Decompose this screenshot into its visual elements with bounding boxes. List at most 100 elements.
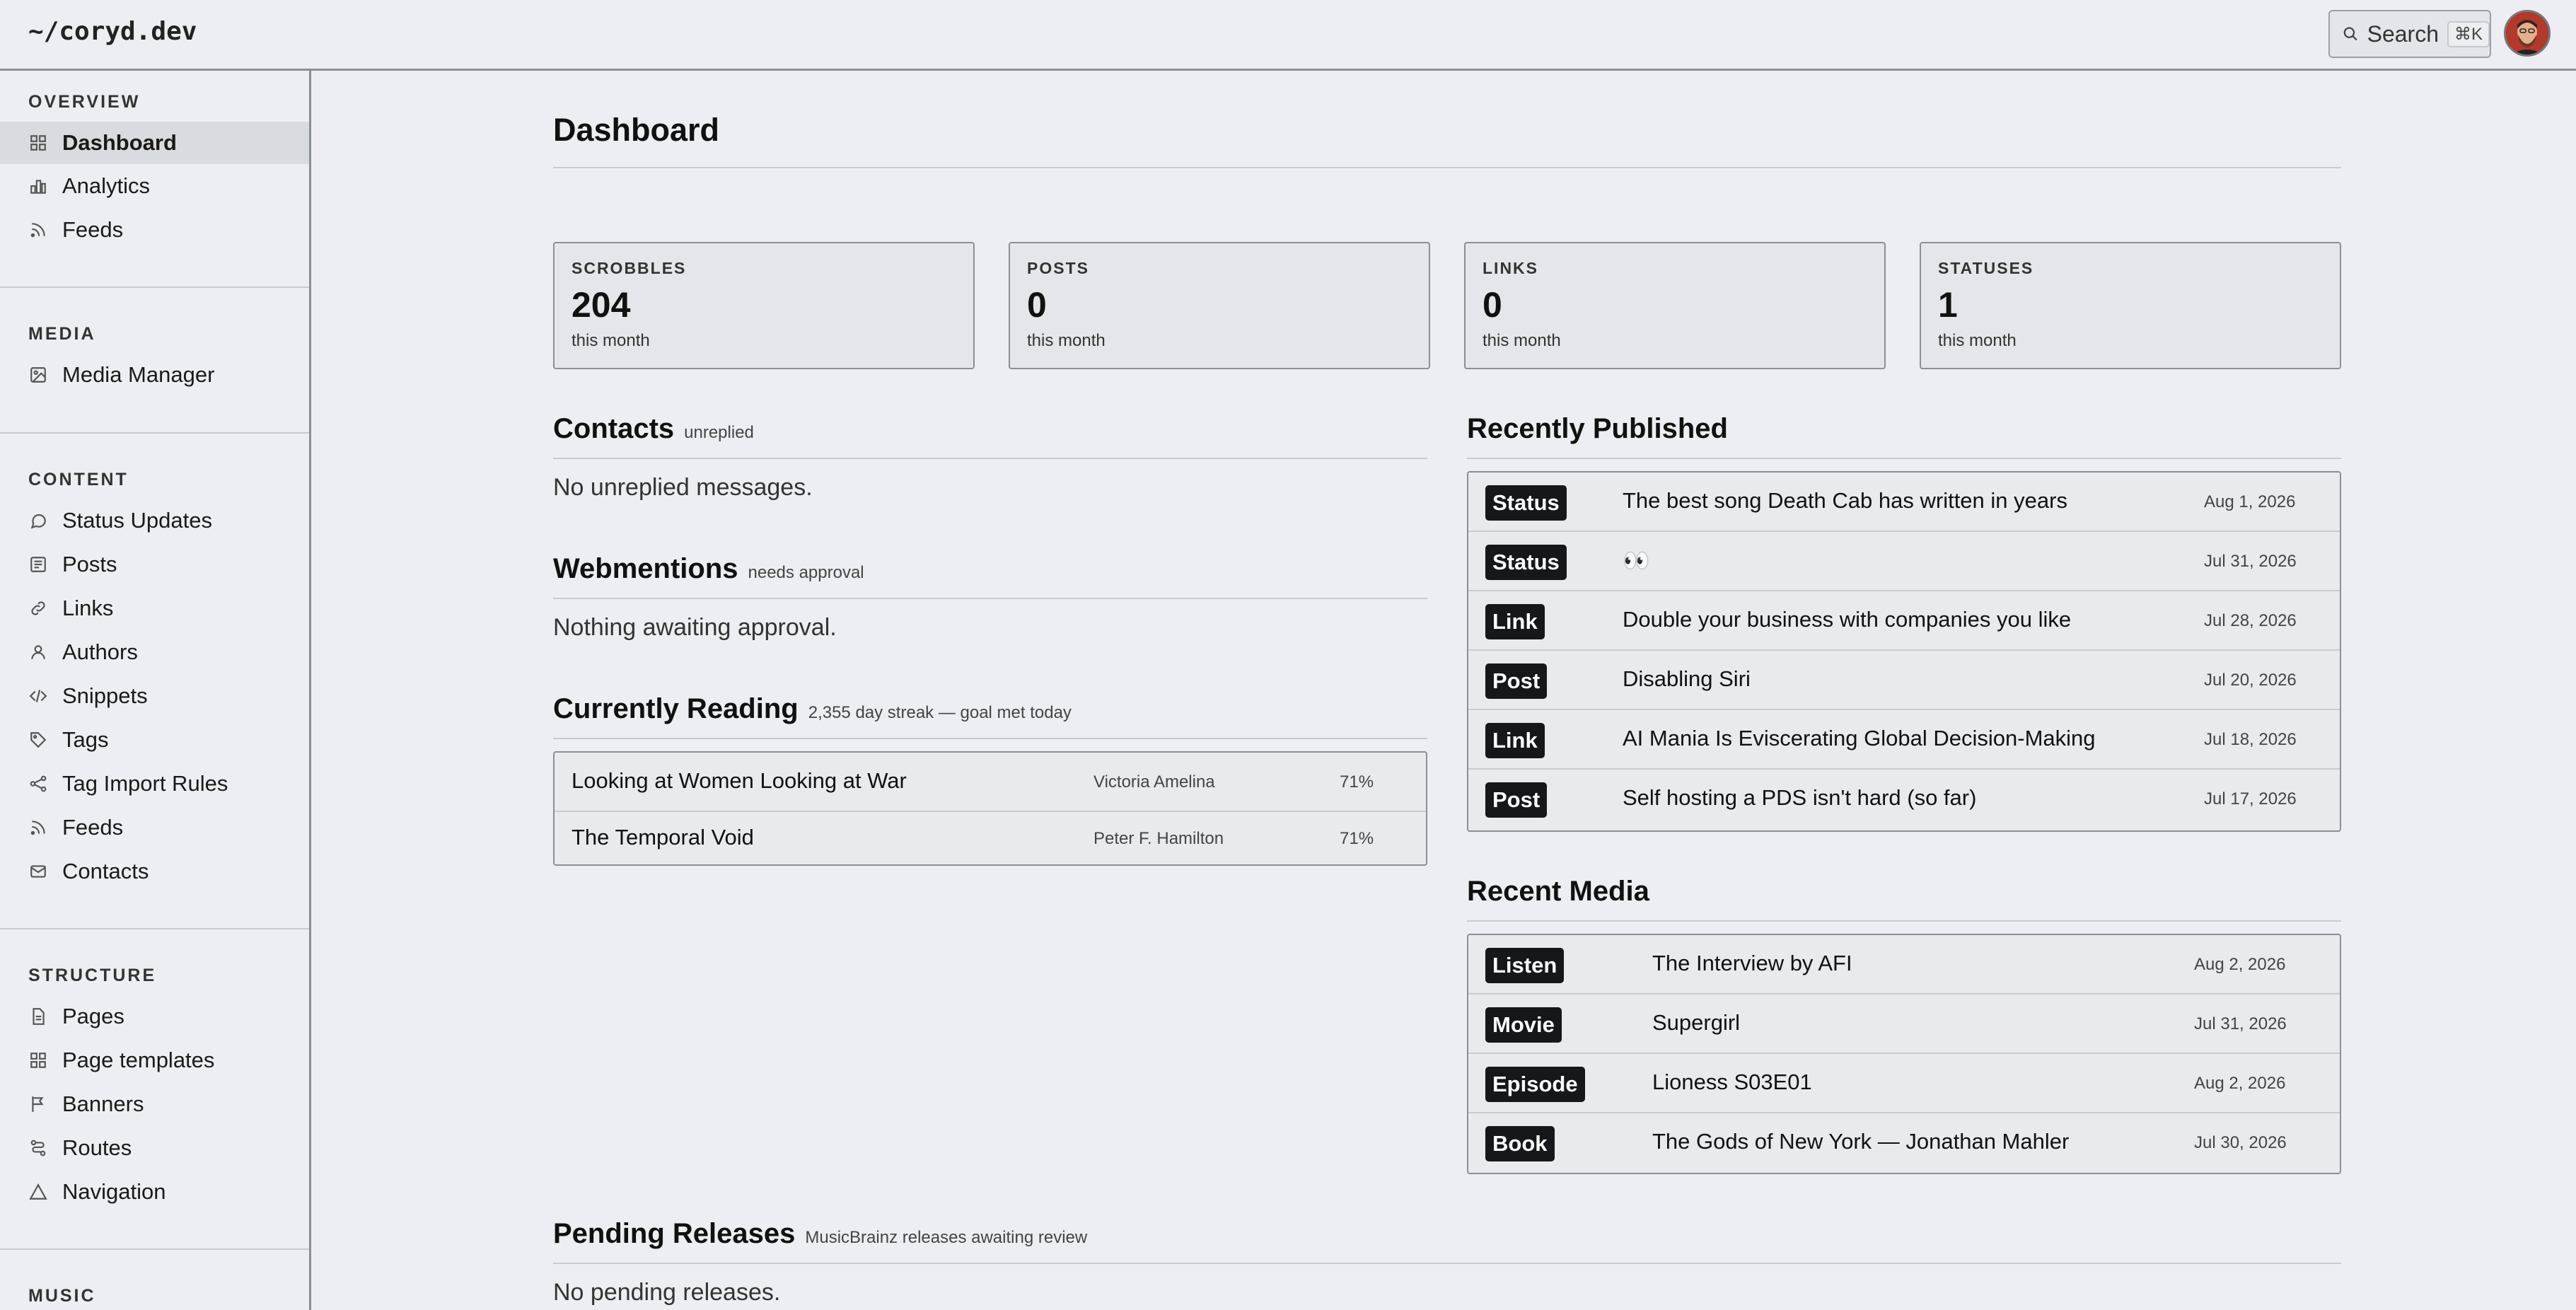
sidebar-item-status-updates[interactable]: Status Updates bbox=[0, 499, 309, 542]
search-shortcut: ⌘K bbox=[2447, 21, 2490, 47]
pending-empty-message: No pending releases. bbox=[553, 1279, 781, 1306]
sidebar-item-links[interactable]: Links bbox=[0, 587, 309, 630]
reading-subtitle: 2,355 day streak — goal met today bbox=[808, 703, 1072, 722]
sidebar-item-media-manager[interactable]: Media Manager bbox=[0, 354, 309, 396]
published-date: Jul 18, 2026 bbox=[2204, 730, 2297, 749]
sidebar-item-pages[interactable]: Pages bbox=[0, 995, 309, 1038]
stat-value: 0 bbox=[1027, 285, 1047, 325]
media-row[interactable]: Episode Lioness S03E01 Aug 2, 2026 bbox=[1468, 1054, 2340, 1113]
sidebar-item-feeds-content[interactable]: Feeds bbox=[0, 806, 309, 849]
mail-icon bbox=[28, 862, 48, 881]
chat-bubble-icon bbox=[28, 511, 48, 531]
sidebar-item-navigation[interactable]: Navigation bbox=[0, 1171, 309, 1213]
avatar[interactable] bbox=[2504, 10, 2551, 57]
media-type-badge: Movie bbox=[1485, 1007, 1562, 1043]
triangle-icon bbox=[28, 1182, 48, 1202]
published-row[interactable]: Status The best song Death Cab has writt… bbox=[1468, 473, 2340, 532]
media-list: Listen The Interview by AFI Aug 2, 2026 … bbox=[1467, 934, 2341, 1174]
type-badge: Post bbox=[1485, 782, 1548, 818]
published-date: Aug 1, 2026 bbox=[2204, 492, 2296, 511]
media-type-badge: Episode bbox=[1485, 1067, 1585, 1102]
published-row[interactable]: Status 👀 Jul 31, 2026 bbox=[1468, 532, 2340, 591]
published-row[interactable]: Post Disabling Siri Jul 20, 2026 bbox=[1468, 651, 2340, 710]
stat-label: LINKS bbox=[1483, 259, 1538, 277]
search-icon bbox=[2343, 27, 2357, 41]
sidebar-item-routes[interactable]: Routes bbox=[0, 1127, 309, 1169]
book-progress: 71% bbox=[1340, 829, 1374, 848]
rss-icon bbox=[28, 220, 48, 240]
contacts-empty-message: No unreplied messages. bbox=[553, 474, 813, 501]
sidebar-item-page-templates[interactable]: Page templates bbox=[0, 1039, 309, 1082]
sidebar-divider bbox=[0, 432, 309, 434]
media-date: Jul 31, 2026 bbox=[2194, 1014, 2287, 1033]
media-title: The Interview by AFI bbox=[1652, 951, 1852, 975]
sidebar-section-overview: OVERVIEW bbox=[28, 92, 141, 112]
sidebar-item-label: Tags bbox=[62, 727, 109, 752]
book-progress: 71% bbox=[1340, 772, 1374, 792]
published-row[interactable]: Post Self hosting a PDS isn't hard (so f… bbox=[1468, 770, 2340, 829]
published-row[interactable]: Link AI Mania Is Eviscerating Global Dec… bbox=[1468, 710, 2340, 770]
contacts-divider bbox=[553, 458, 1427, 459]
sidebar-item-authors[interactable]: Authors bbox=[0, 631, 309, 673]
code-icon bbox=[28, 686, 48, 706]
title-divider bbox=[553, 167, 2341, 168]
published-title: Self hosting a PDS isn't hard (so far) bbox=[1623, 785, 1977, 810]
stat-period: this month bbox=[1483, 331, 1561, 350]
sidebar-item-dashboard[interactable]: Dashboard bbox=[0, 122, 309, 164]
stat-card-statuses: STATUSES 1 this month bbox=[1920, 242, 2341, 369]
sidebar-item-label: Routes bbox=[62, 1135, 132, 1160]
pending-title: Pending Releases bbox=[553, 1218, 796, 1249]
media-date: Aug 2, 2026 bbox=[2194, 955, 2286, 974]
flag-icon bbox=[28, 1094, 48, 1114]
pending-subtitle: MusicBrainz releases awaiting review bbox=[805, 1228, 1088, 1247]
sidebar-item-label: Contacts bbox=[62, 859, 149, 883]
document-lines-icon bbox=[28, 555, 48, 574]
sidebar-item-label: Feeds bbox=[62, 815, 124, 840]
sidebar-item-label: Page templates bbox=[62, 1048, 215, 1072]
book-title: Looking at Women Looking at War bbox=[572, 768, 907, 793]
sidebar-section-music: MUSIC bbox=[28, 1286, 96, 1306]
stat-label: SCROBBLES bbox=[572, 259, 687, 277]
route-icon bbox=[28, 1138, 48, 1158]
media-row[interactable]: Book The Gods of New York — Jonathan Mah… bbox=[1468, 1113, 2340, 1173]
sidebar-item-label: Status Updates bbox=[62, 508, 212, 533]
contacts-heading: Contacts unreplied bbox=[553, 413, 754, 445]
sidebar-item-label: Dashboard bbox=[62, 130, 177, 155]
sidebar-item-posts[interactable]: Posts bbox=[0, 543, 309, 586]
book-row[interactable]: The Temporal Void Peter F. Hamilton 71% bbox=[555, 809, 1426, 869]
webmentions-heading: Webmentions needs approval bbox=[553, 553, 864, 585]
published-title: The best song Death Cab has written in y… bbox=[1623, 488, 2067, 513]
stat-period: this month bbox=[1938, 331, 2017, 350]
sidebar-item-tag-import-rules[interactable]: Tag Import Rules bbox=[0, 763, 309, 805]
stat-period: this month bbox=[1027, 331, 1106, 350]
sidebar-item-snippets[interactable]: Snippets bbox=[0, 675, 309, 717]
published-title: Disabling Siri bbox=[1623, 666, 1751, 691]
media-title: Lioness S03E01 bbox=[1652, 1070, 1812, 1094]
published-date: Jul 31, 2026 bbox=[2204, 552, 2297, 571]
published-title: Double your business with companies you … bbox=[1623, 607, 2072, 632]
sidebar-item-feeds[interactable]: Feeds bbox=[0, 209, 309, 251]
webmentions-subtitle: needs approval bbox=[748, 563, 864, 582]
sidebar-item-tags[interactable]: Tags bbox=[0, 719, 309, 761]
type-badge: Post bbox=[1485, 663, 1548, 699]
stat-period: this month bbox=[572, 331, 650, 350]
book-row[interactable]: Looking at Women Looking at War Victoria… bbox=[555, 753, 1426, 812]
site-logo[interactable]: ~/coryd.dev bbox=[28, 17, 197, 46]
sidebar-item-analytics[interactable]: Analytics bbox=[0, 165, 309, 207]
webmentions-title: Webmentions bbox=[553, 553, 738, 584]
media-divider bbox=[1467, 920, 2341, 922]
search-button[interactable]: Search ⌘K bbox=[2328, 10, 2491, 58]
published-date: Jul 28, 2026 bbox=[2204, 611, 2297, 630]
reading-heading: Currently Reading 2,355 day streak — goal… bbox=[553, 693, 1072, 725]
top-bar: ~/coryd.dev Search ⌘K bbox=[0, 0, 2576, 71]
stat-label: STATUSES bbox=[1938, 259, 2034, 277]
stat-value: 204 bbox=[572, 285, 631, 325]
sidebar-item-banners[interactable]: Banners bbox=[0, 1083, 309, 1125]
grid-icon bbox=[28, 133, 48, 153]
sidebar-item-label: Tag Import Rules bbox=[62, 771, 228, 796]
media-row[interactable]: Listen The Interview by AFI Aug 2, 2026 bbox=[1468, 935, 2340, 995]
published-title: AI Mania Is Eviscerating Global Decision… bbox=[1623, 726, 2096, 750]
sidebar-item-contacts[interactable]: Contacts bbox=[0, 850, 309, 893]
published-row[interactable]: Link Double your business with companies… bbox=[1468, 591, 2340, 651]
media-row[interactable]: Movie Supergirl Jul 31, 2026 bbox=[1468, 995, 2340, 1054]
